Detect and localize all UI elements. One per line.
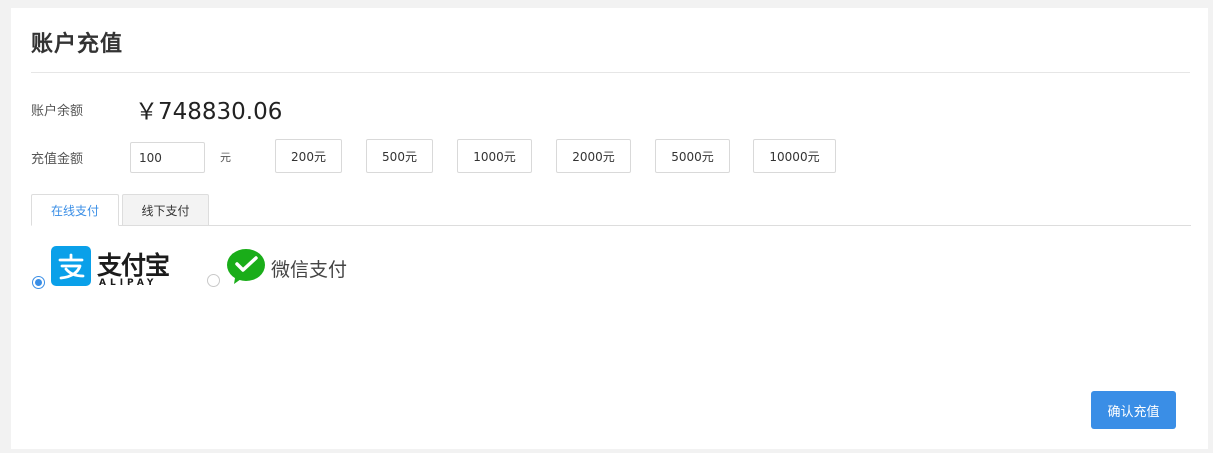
alipay-radio[interactable] bbox=[32, 276, 45, 289]
confirm-recharge-button[interactable]: 确认充值 bbox=[1091, 391, 1176, 429]
amount-input[interactable] bbox=[130, 142, 205, 173]
preset-500-button[interactable]: 500元 bbox=[366, 139, 433, 173]
balance-value: ￥748830.06 bbox=[135, 99, 283, 125]
amount-label: 充值金额 bbox=[31, 152, 84, 167]
alipay-icon bbox=[51, 246, 91, 286]
page-title: 账户充值 bbox=[31, 32, 124, 57]
wechat-radio[interactable] bbox=[207, 274, 220, 287]
preset-10000-button[interactable]: 10000元 bbox=[753, 139, 836, 173]
tab-offline-payment[interactable]: 线下支付 bbox=[122, 194, 209, 226]
preset-1000-button[interactable]: 1000元 bbox=[457, 139, 532, 173]
title-divider bbox=[31, 72, 1190, 73]
recharge-panel: 账户充值 账户余额 ￥748830.06 充值金额 元 200元 500元 10… bbox=[11, 8, 1208, 449]
preset-200-button[interactable]: 200元 bbox=[275, 139, 342, 173]
alipay-name: 支付宝 bbox=[97, 251, 170, 280]
wechat-pay-icon bbox=[226, 248, 266, 288]
balance-label: 账户余额 bbox=[31, 104, 84, 119]
tab-online-payment[interactable]: 在线支付 bbox=[31, 194, 119, 226]
preset-2000-button[interactable]: 2000元 bbox=[556, 139, 631, 173]
preset-5000-button[interactable]: 5000元 bbox=[655, 139, 730, 173]
amount-unit: 元 bbox=[220, 151, 231, 164]
wechat-pay-name: 微信支付 bbox=[271, 259, 348, 281]
alipay-subtitle: ALIPAY bbox=[99, 278, 158, 288]
